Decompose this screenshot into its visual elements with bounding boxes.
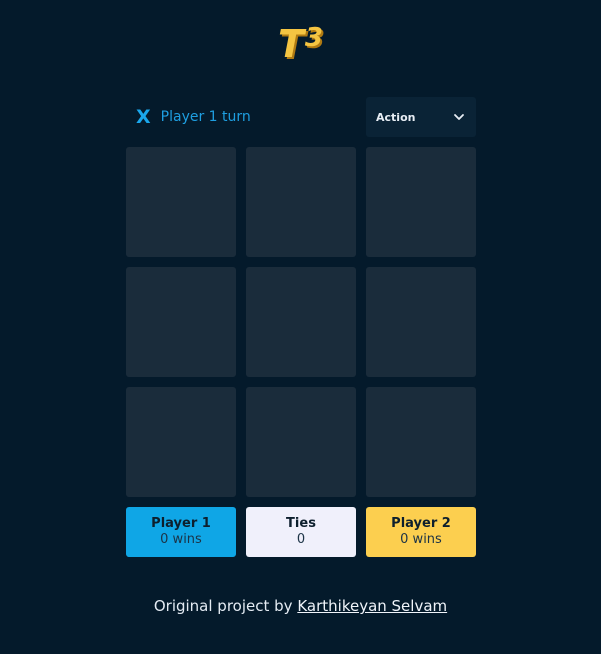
player2-name: Player 2 [391,516,451,531]
scoreboard: Player 1 0 wins Ties 0 Player 2 0 wins [126,507,476,557]
app-logo: T3 [0,20,601,68]
player2-wins: 0 wins [400,532,442,547]
player2-score-card: Player 2 0 wins [366,507,476,557]
player1-name: Player 1 [151,516,211,531]
footer-prefix: Original project by [153,597,293,615]
game-board [126,147,476,497]
ties-score-card: Ties 0 [246,507,356,557]
turn-label: Player 1 turn [160,109,251,125]
player1-score-card: Player 1 0 wins [126,507,236,557]
board-cell-2[interactable] [246,147,356,257]
board-cell-7[interactable] [126,387,236,497]
ties-count: 0 [296,532,306,547]
player1-wins: 0 wins [160,532,202,547]
x-mark-icon: X [136,106,151,128]
board-cell-4[interactable] [126,267,236,377]
logo-superscript: 3 [304,23,323,53]
author-link[interactable]: Karthikeyan Selvam [297,597,447,615]
board-cell-5[interactable] [246,267,356,377]
board-cell-3[interactable] [366,147,476,257]
board-cell-1[interactable] [126,147,236,257]
turn-indicator: X Player 1 turn [136,97,251,137]
game-header: X Player 1 turn Action [126,97,476,137]
board-cell-6[interactable] [366,267,476,377]
logo-text: T [277,22,304,66]
ties-label: Ties [286,516,316,531]
board-cell-8[interactable] [246,387,356,497]
action-menu-label: Action [376,110,416,124]
footer-credit: Original project by Karthikeyan Selvam [0,597,601,615]
chevron-down-icon [454,114,464,120]
action-menu-button[interactable]: Action [366,97,476,137]
board-cell-9[interactable] [366,387,476,497]
